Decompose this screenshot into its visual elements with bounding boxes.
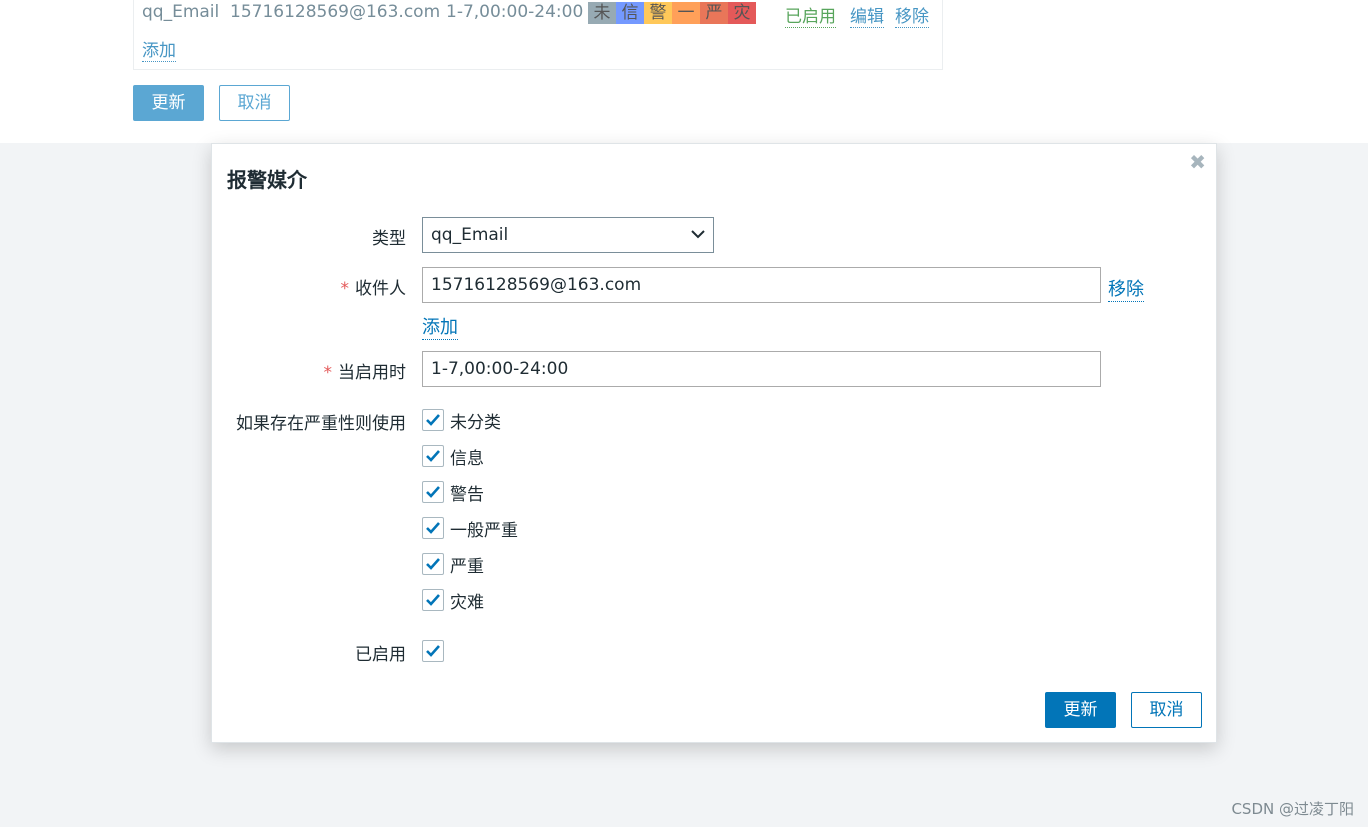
- media-dialog: 报警媒介 ✖ 类型 qq_Email * 收件人 15716128569@163.…: [211, 143, 1217, 743]
- severity-checkbox-disaster[interactable]: 灾难: [422, 588, 484, 613]
- checkbox-box[interactable]: [422, 445, 444, 467]
- sendto-label: * 收件人: [341, 274, 407, 299]
- sendto-input[interactable]: 15716128569@163.com: [422, 267, 1101, 303]
- severity-checkbox-high[interactable]: 严重: [422, 552, 484, 577]
- media-sendto: 15716128569@163.com: [230, 2, 441, 22]
- severity-checkbox-label: 灾难: [450, 592, 484, 613]
- media-type: qq_Email: [142, 2, 220, 22]
- severity-badge: 警: [644, 2, 672, 24]
- severity-checkbox-label: 严重: [450, 556, 484, 577]
- check-icon: [426, 645, 440, 657]
- severity-checkbox-label: 信息: [450, 448, 484, 469]
- media-remove-link[interactable]: 移除: [895, 7, 929, 28]
- checkbox-box[interactable]: [422, 409, 444, 431]
- check-icon: [426, 450, 440, 462]
- check-icon: [426, 558, 440, 570]
- severity-checkbox-information[interactable]: 信息: [422, 444, 484, 469]
- watermark: CSDN @过凌丁阳: [1231, 800, 1354, 818]
- when-active-input[interactable]: 1-7,00:00-24:00: [422, 351, 1101, 387]
- media-list: qq_Email 15716128569@163.com 1-7,00:00-2…: [133, 0, 943, 70]
- checkbox-box[interactable]: [422, 640, 444, 662]
- severity-checkbox-label: 警告: [450, 484, 484, 505]
- background-cancel-button[interactable]: 取消: [219, 85, 290, 121]
- severity-checkbox-average[interactable]: 一般严重: [422, 516, 518, 541]
- background-update-button[interactable]: 更新: [133, 85, 204, 121]
- severity-checkbox-not-classified[interactable]: 未分类: [422, 408, 501, 433]
- cancel-button[interactable]: 取消: [1131, 692, 1202, 728]
- sendto-label-text: 收件人: [355, 279, 406, 299]
- sendto-add-link[interactable]: 添加: [422, 313, 458, 340]
- severity-checkbox-warning[interactable]: 警告: [422, 480, 484, 505]
- media-edit-link[interactable]: 编辑: [850, 7, 884, 28]
- enabled-label: 已启用: [355, 645, 406, 665]
- severity-badge: 严: [700, 2, 728, 24]
- media-add-link[interactable]: 添加: [142, 41, 176, 62]
- when-active-label: * 当启用时: [324, 358, 407, 383]
- required-marker: *: [323, 363, 333, 383]
- severity-checkbox-label: 一般严重: [450, 520, 518, 541]
- severity-checkbox-label: 未分类: [450, 412, 501, 433]
- dialog-title: 报警媒介: [227, 168, 307, 192]
- update-button[interactable]: 更新: [1045, 692, 1116, 728]
- checkbox-box[interactable]: [422, 481, 444, 503]
- severity-badge: 信: [616, 2, 644, 24]
- check-icon: [426, 414, 440, 426]
- required-marker: *: [340, 279, 350, 299]
- type-label: 类型: [372, 229, 406, 249]
- severity-indicators: 未 信 警 一 严 灾: [588, 2, 756, 24]
- checkbox-box[interactable]: [422, 553, 444, 575]
- close-icon[interactable]: ✖: [1189, 150, 1206, 174]
- when-active-label-text: 当启用时: [338, 363, 406, 383]
- sendto-remove-link[interactable]: 移除: [1108, 275, 1144, 302]
- checkbox-box[interactable]: [422, 589, 444, 611]
- media-when-active: 1-7,00:00-24:00: [446, 2, 584, 22]
- severity-badge: 灾: [728, 2, 756, 24]
- severity-label: 如果存在严重性则使用: [236, 414, 406, 434]
- check-icon: [426, 486, 440, 498]
- enabled-checkbox[interactable]: [422, 639, 444, 663]
- severity-badge: 未: [588, 2, 616, 24]
- severity-badge: 一: [672, 2, 700, 24]
- chevron-down-icon: [691, 230, 705, 239]
- check-icon: [426, 522, 440, 534]
- check-icon: [426, 594, 440, 606]
- media-status-link[interactable]: 已启用: [785, 7, 836, 28]
- checkbox-box[interactable]: [422, 517, 444, 539]
- type-select[interactable]: qq_Email: [422, 217, 714, 253]
- type-select-value: qq_Email: [431, 225, 509, 245]
